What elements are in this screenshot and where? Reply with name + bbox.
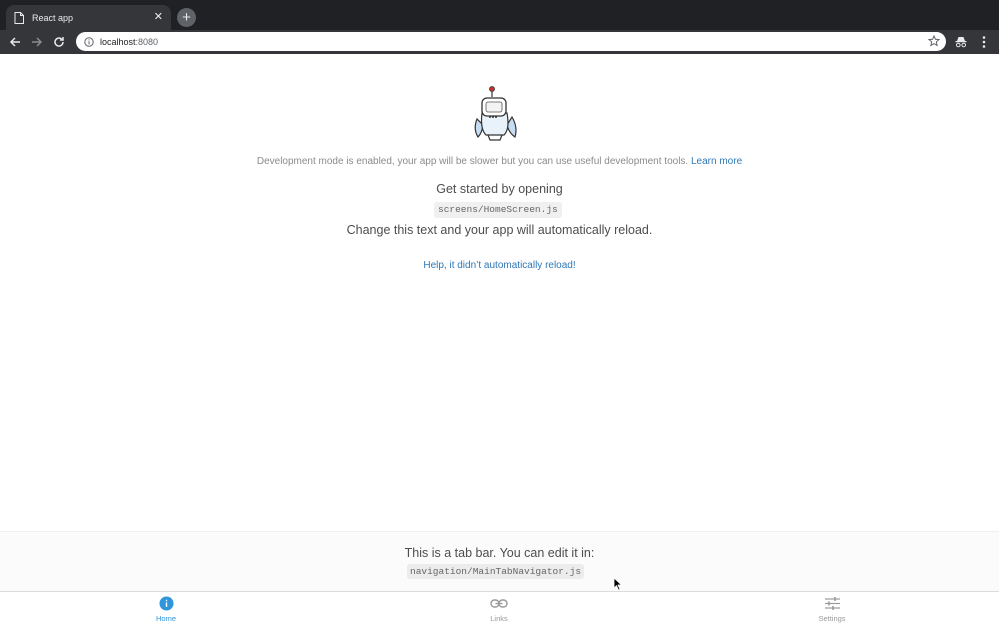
- tab-settings[interactable]: Settings: [792, 596, 872, 623]
- bookmark-star-icon[interactable]: [928, 35, 940, 47]
- tab-bar-info: This is a tab bar. You can edit it in: n…: [0, 531, 999, 591]
- tab-title: React app: [32, 12, 74, 23]
- change-text-hint: Change this text and your app will autom…: [346, 223, 653, 237]
- reload-icon: [54, 37, 64, 47]
- tab-links-label: Links: [490, 614, 508, 623]
- robot-logo-icon: [474, 86, 517, 141]
- learn-more-link[interactable]: Learn more: [691, 156, 742, 167]
- arrow-right-icon: [32, 37, 43, 47]
- browser-tab[interactable]: React app ✕: [6, 5, 171, 30]
- incognito-icon[interactable]: [954, 35, 968, 49]
- mouse-cursor-icon: [613, 577, 623, 591]
- url-port: :8080: [135, 36, 159, 47]
- back-button[interactable]: [6, 33, 24, 51]
- tab-navigator-file-path: navigation/MainTabNavigator.js: [407, 564, 585, 579]
- app-viewport: Development mode is enabled, your app wi…: [0, 55, 999, 625]
- link-icon: [490, 599, 508, 608]
- tab-home-label: Home: [155, 614, 176, 623]
- address-bar[interactable]: localhost:8080: [76, 32, 946, 51]
- tab-settings-label: Settings: [818, 614, 846, 623]
- tab-links[interactable]: Links: [459, 596, 539, 623]
- reload-button[interactable]: [50, 33, 68, 51]
- info-icon: [159, 596, 173, 611]
- dev-mode-notice: Development mode is enabled, your app wi…: [0, 156, 999, 167]
- arrow-left-icon: [9, 37, 20, 47]
- kebab-menu-icon[interactable]: [978, 34, 990, 50]
- dev-mode-text: Development mode is enabled, your app wi…: [256, 156, 689, 167]
- url-host: localhost: [100, 36, 136, 47]
- screen-file-path: screens/HomeScreen.js: [434, 202, 562, 218]
- url-text[interactable]: localhost:8080: [100, 37, 158, 47]
- help-reload-link-text[interactable]: Help, it didn’t automatically reload!: [423, 260, 575, 271]
- tab-bar-info-text: This is a tab bar. You can edit it in:: [404, 546, 595, 560]
- new-tab-button[interactable]: +: [177, 8, 196, 27]
- close-tab-icon[interactable]: ✕: [154, 12, 163, 23]
- browser-toolbar: localhost:8080: [0, 30, 999, 54]
- help-reload-link: Help, it didn’t automatically reload!: [0, 260, 999, 271]
- site-info-icon[interactable]: [84, 36, 94, 47]
- forward-button[interactable]: [28, 33, 46, 51]
- browser-titlebar: React app ✕ +: [0, 0, 999, 30]
- bottom-tab-bar: Home Links Settings: [0, 591, 999, 625]
- tab-home[interactable]: Home: [126, 596, 206, 623]
- page-icon: [14, 11, 24, 24]
- sliders-icon: [824, 597, 840, 610]
- get-started-text: Get started by opening: [436, 182, 563, 196]
